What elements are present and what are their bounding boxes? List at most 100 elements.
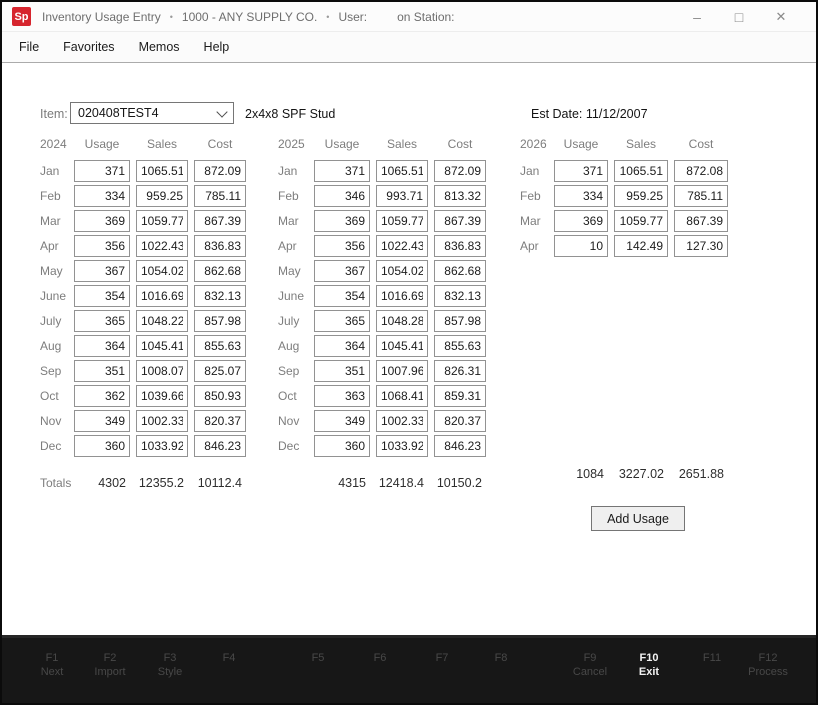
usage-input[interactable] bbox=[74, 185, 130, 207]
cost-input[interactable] bbox=[674, 210, 728, 232]
cost-input[interactable] bbox=[434, 210, 486, 232]
usage-input[interactable] bbox=[74, 310, 130, 332]
sales-input[interactable] bbox=[614, 160, 668, 182]
usage-input[interactable] bbox=[74, 435, 130, 457]
usage-input[interactable] bbox=[314, 160, 370, 182]
sales-input[interactable] bbox=[136, 435, 188, 457]
usage-input[interactable] bbox=[314, 385, 370, 407]
function-key-f6[interactable]: F6 bbox=[348, 651, 412, 665]
sales-input[interactable] bbox=[376, 235, 428, 257]
cost-input[interactable] bbox=[674, 235, 728, 257]
cost-input[interactable] bbox=[194, 285, 246, 307]
cost-input[interactable] bbox=[434, 385, 486, 407]
usage-input[interactable] bbox=[74, 285, 130, 307]
usage-input[interactable] bbox=[314, 210, 370, 232]
function-key-f2[interactable]: F2Import bbox=[78, 651, 142, 679]
usage-input[interactable] bbox=[554, 185, 608, 207]
function-key-f7[interactable]: F7 bbox=[410, 651, 474, 665]
usage-input[interactable] bbox=[554, 160, 608, 182]
sales-input[interactable] bbox=[376, 185, 428, 207]
sales-input[interactable] bbox=[136, 185, 188, 207]
sales-input[interactable] bbox=[136, 285, 188, 307]
minimize-icon[interactable]: – bbox=[688, 10, 706, 24]
sales-input[interactable] bbox=[136, 160, 188, 182]
item-combobox[interactable]: 020408TEST4 bbox=[70, 102, 234, 124]
cost-input[interactable] bbox=[194, 385, 246, 407]
cost-input[interactable] bbox=[194, 410, 246, 432]
sales-input[interactable] bbox=[376, 410, 428, 432]
cost-input[interactable] bbox=[194, 360, 246, 382]
menu-help[interactable]: Help bbox=[204, 40, 230, 54]
sales-input[interactable] bbox=[376, 360, 428, 382]
usage-input[interactable] bbox=[554, 235, 608, 257]
cost-input[interactable] bbox=[434, 410, 486, 432]
function-key-f11[interactable]: F11 bbox=[680, 651, 744, 665]
maximize-icon[interactable]: □ bbox=[730, 10, 748, 24]
cost-input[interactable] bbox=[434, 335, 486, 357]
add-usage-button[interactable]: Add Usage bbox=[591, 506, 685, 531]
usage-input[interactable] bbox=[74, 385, 130, 407]
usage-input[interactable] bbox=[314, 410, 370, 432]
cost-input[interactable] bbox=[194, 235, 246, 257]
function-key-f3[interactable]: F3Style bbox=[138, 651, 202, 679]
menu-favorites[interactable]: Favorites bbox=[63, 40, 114, 54]
sales-input[interactable] bbox=[136, 360, 188, 382]
sales-input[interactable] bbox=[136, 210, 188, 232]
usage-input[interactable] bbox=[314, 310, 370, 332]
sales-input[interactable] bbox=[136, 310, 188, 332]
cost-input[interactable] bbox=[674, 160, 728, 182]
sales-input[interactable] bbox=[376, 435, 428, 457]
usage-input[interactable] bbox=[554, 210, 608, 232]
cost-input[interactable] bbox=[194, 335, 246, 357]
cost-input[interactable] bbox=[194, 210, 246, 232]
sales-input[interactable] bbox=[614, 210, 668, 232]
usage-input[interactable] bbox=[314, 185, 370, 207]
usage-input[interactable] bbox=[314, 260, 370, 282]
sales-input[interactable] bbox=[376, 260, 428, 282]
usage-input[interactable] bbox=[314, 335, 370, 357]
usage-input[interactable] bbox=[74, 360, 130, 382]
function-key-f12[interactable]: F12Process bbox=[736, 651, 800, 679]
sales-input[interactable] bbox=[136, 335, 188, 357]
usage-input[interactable] bbox=[314, 435, 370, 457]
cost-input[interactable] bbox=[434, 260, 486, 282]
usage-input[interactable] bbox=[314, 360, 370, 382]
cost-input[interactable] bbox=[434, 360, 486, 382]
sales-input[interactable] bbox=[376, 160, 428, 182]
usage-input[interactable] bbox=[74, 410, 130, 432]
usage-input[interactable] bbox=[74, 335, 130, 357]
sales-input[interactable] bbox=[376, 385, 428, 407]
cost-input[interactable] bbox=[194, 160, 246, 182]
sales-input[interactable] bbox=[136, 235, 188, 257]
cost-input[interactable] bbox=[434, 235, 486, 257]
sales-input[interactable] bbox=[376, 335, 428, 357]
sales-input[interactable] bbox=[376, 210, 428, 232]
sales-input[interactable] bbox=[376, 310, 428, 332]
cost-input[interactable] bbox=[194, 310, 246, 332]
cost-input[interactable] bbox=[194, 260, 246, 282]
cost-input[interactable] bbox=[434, 185, 486, 207]
close-icon[interactable]: ✕ bbox=[772, 10, 790, 24]
cost-input[interactable] bbox=[194, 185, 246, 207]
function-key-f1[interactable]: F1Next bbox=[20, 651, 84, 679]
usage-input[interactable] bbox=[314, 235, 370, 257]
cost-input[interactable] bbox=[194, 435, 246, 457]
cost-input[interactable] bbox=[434, 435, 486, 457]
menu-file[interactable]: File bbox=[19, 40, 39, 54]
function-key-f10[interactable]: F10Exit bbox=[617, 651, 681, 679]
cost-input[interactable] bbox=[434, 310, 486, 332]
function-key-f4[interactable]: F4 bbox=[197, 651, 261, 665]
sales-input[interactable] bbox=[136, 385, 188, 407]
usage-input[interactable] bbox=[314, 285, 370, 307]
usage-input[interactable] bbox=[74, 210, 130, 232]
cost-input[interactable] bbox=[674, 185, 728, 207]
sales-input[interactable] bbox=[614, 185, 668, 207]
usage-input[interactable] bbox=[74, 160, 130, 182]
menu-memos[interactable]: Memos bbox=[139, 40, 180, 54]
sales-input[interactable] bbox=[614, 235, 668, 257]
usage-input[interactable] bbox=[74, 235, 130, 257]
sales-input[interactable] bbox=[376, 285, 428, 307]
cost-input[interactable] bbox=[434, 285, 486, 307]
cost-input[interactable] bbox=[434, 160, 486, 182]
sales-input[interactable] bbox=[136, 260, 188, 282]
